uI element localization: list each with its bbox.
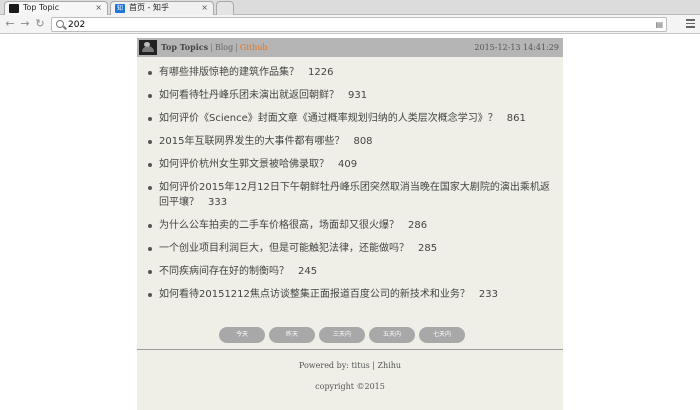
- address-text[interactable]: 202: [68, 19, 85, 31]
- tab-top-topic[interactable]: Top Topic ×: [4, 1, 108, 15]
- nav-separator: |: [235, 43, 238, 52]
- tab-label: Top Topic: [23, 3, 60, 12]
- list-item: 不同疾病间存在好的制衡吗？ 245: [147, 264, 557, 279]
- menu-icon[interactable]: [686, 19, 695, 28]
- topic-count: 333: [208, 197, 228, 208]
- list-item: 如何评价《Science》封面文章《通过概率规划归纳的人类层次概念学习》？ 861: [147, 111, 557, 126]
- five-days-button[interactable]: 五天内: [369, 327, 415, 343]
- topic-count: 409: [338, 159, 358, 170]
- new-tab-button[interactable]: [216, 1, 234, 15]
- tab-label: 首页 - 知乎: [129, 3, 169, 12]
- list-item: 有哪些排版惊艳的建筑作品集？ 1226: [147, 65, 557, 80]
- topic-list: 有哪些排版惊艳的建筑作品集？ 1226 如何看待牡丹峰乐团未演出就返回朝鲜？ 931…: [147, 65, 557, 302]
- list-item: 如何看待20151212焦点访谈整集正面报道百度公司的新技术和业务？ 233: [147, 287, 557, 302]
- site-favicon-icon: [9, 4, 19, 13]
- avatar: [139, 40, 157, 55]
- reload-button[interactable]: ↻: [33, 17, 47, 31]
- github-link[interactable]: Github: [240, 43, 268, 52]
- search-icon: [56, 20, 64, 28]
- close-icon[interactable]: ×: [95, 2, 102, 14]
- topic-link[interactable]: 有哪些排版惊艳的建筑作品集？: [159, 67, 299, 78]
- site-title-link[interactable]: Top Topics: [161, 42, 208, 52]
- seven-days-button[interactable]: 七天内: [419, 327, 465, 343]
- zhihu-favicon-icon: 知: [115, 4, 125, 13]
- topic-link[interactable]: 不同疾病间存在好的制衡吗？: [159, 266, 289, 277]
- list-item: 如何评价2015年12月12日下午朝鲜牡丹峰乐团突然取消当晚在国家大剧院的演出乘…: [147, 180, 557, 210]
- topic-count: 861: [506, 113, 526, 124]
- current-datetime: 2015-12-13 14:41:29: [474, 43, 559, 52]
- list-item: 如何评价杭州女生郭文景被哈佛录取？ 409: [147, 157, 557, 172]
- topic-count: 245: [298, 266, 318, 277]
- tab-strip: Top Topic × 知 首页 - 知乎 ×: [0, 0, 700, 15]
- forward-button[interactable]: →: [18, 17, 32, 31]
- topic-link[interactable]: 2015年互联网界发生的大事件都有哪些？: [159, 136, 344, 147]
- address-bar[interactable]: 202 ▤: [51, 17, 667, 32]
- page-container: Top Topics | Blog | Github 2015-12-13 14:41:…: [137, 38, 563, 410]
- copyright: copyright ©2015: [315, 382, 385, 391]
- list-item: 一个创业项目利润巨大，但是可能触犯法律，还能做吗？ 285: [147, 241, 557, 256]
- list-item: 如何看待牡丹峰乐团未演出就返回朝鲜？ 931: [147, 88, 557, 103]
- tab-zhihu[interactable]: 知 首页 - 知乎 ×: [110, 1, 214, 15]
- topic-link[interactable]: 如何评价杭州女生郭文景被哈佛录取？: [159, 159, 329, 170]
- topic-link[interactable]: 一个创业项目利润巨大，但是可能触犯法律，还能做吗？: [159, 243, 409, 254]
- list-item: 2015年互联网界发生的大事件都有哪些？ 808: [147, 134, 557, 149]
- list-item: 为什么公车拍卖的二手车价格很高，场面却又很火爆？ 286: [147, 218, 557, 233]
- topic-count: 285: [418, 243, 438, 254]
- yesterday-button[interactable]: 昨天: [269, 327, 315, 343]
- page-viewport: Top Topics | Blog | Github 2015-12-13 14:41:…: [0, 35, 700, 410]
- topic-count: 286: [408, 220, 428, 231]
- topic-count: 233: [478, 289, 498, 300]
- back-button[interactable]: ←: [3, 17, 17, 31]
- topic-count: 1226: [308, 67, 334, 78]
- site-header: Top Topics | Blog | Github 2015-12-13 14:41:…: [137, 38, 563, 57]
- blog-link[interactable]: Blog: [215, 43, 233, 52]
- page-action-icon[interactable]: ▤: [655, 20, 663, 29]
- powered-by: Powered by: titus | Zhihu: [298, 361, 402, 370]
- topic-link[interactable]: 为什么公车拍卖的二手车价格很高，场面却又很火爆？: [159, 220, 399, 231]
- today-button[interactable]: 今天: [219, 327, 265, 343]
- nav-separator: |: [210, 43, 213, 52]
- footer-divider: [137, 349, 563, 350]
- topic-link[interactable]: 如何看待牡丹峰乐团未演出就返回朝鲜？: [159, 90, 339, 101]
- topic-link[interactable]: 如何看待20151212焦点访谈整集正面报道百度公司的新技术和业务？: [159, 289, 470, 300]
- site-nav: Top Topics | Blog | Github: [161, 42, 268, 52]
- close-icon[interactable]: ×: [201, 2, 208, 14]
- three-days-button[interactable]: 三天内: [319, 327, 365, 343]
- browser-toolbar: ← → ↻ 202 ▤: [0, 15, 700, 34]
- topic-count: 931: [348, 90, 368, 101]
- topic-link[interactable]: 如何评价《Science》封面文章《通过概率规划归纳的人类层次概念学习》？: [159, 113, 498, 124]
- topic-count: 808: [353, 136, 373, 147]
